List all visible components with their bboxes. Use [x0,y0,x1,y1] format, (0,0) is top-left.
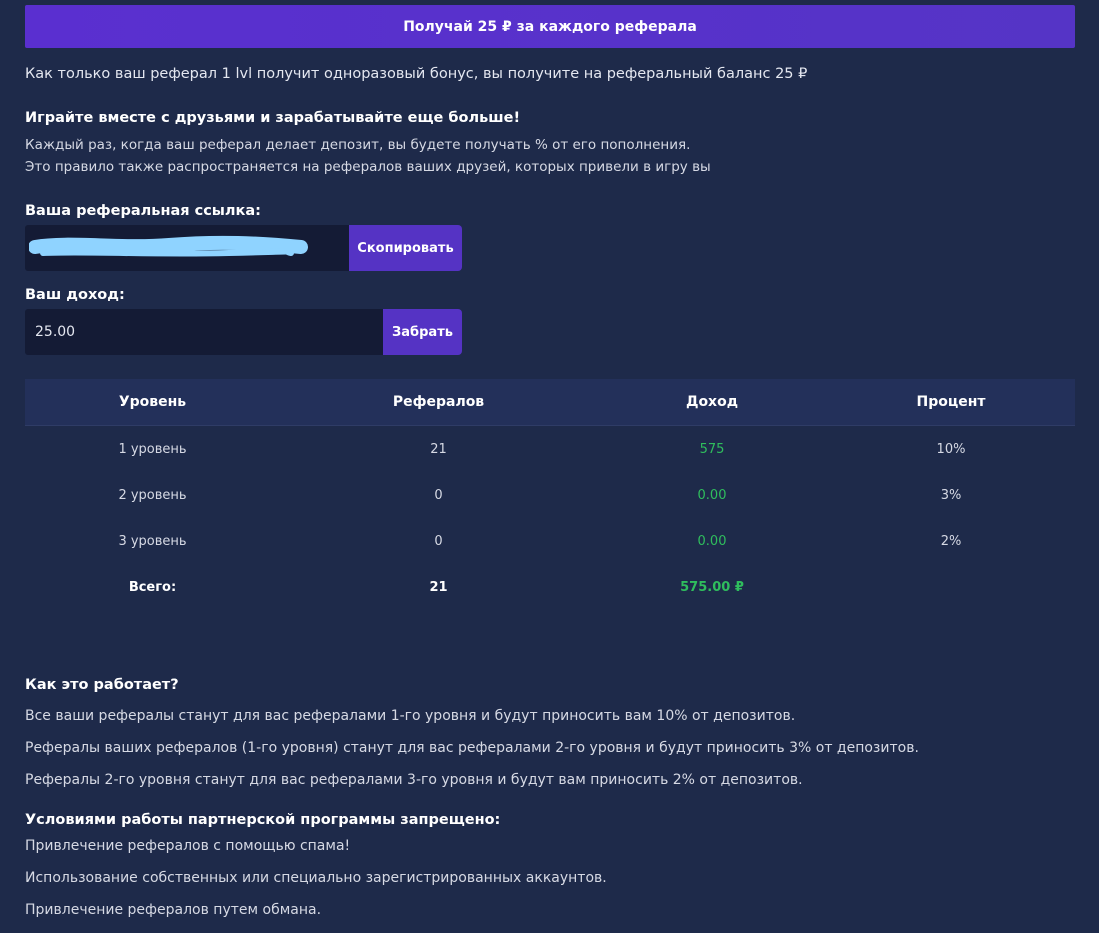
cell-income: 0.00 [697,487,727,503]
forbidden-line: Использование собственных или специально… [25,870,607,886]
play-together-line: Каждый раз, когда ваш реферал делает деп… [25,137,691,153]
how-it-works-line: Все ваши рефералы станут для вас реферал… [25,708,796,724]
table-row: 1 уровень 21 575 10% [25,426,1075,472]
how-it-works-title: Как это работает? [25,677,179,693]
cell-level: 2 уровень [118,487,187,503]
total-label: Всего: [128,579,177,595]
cell-level: 1 уровень [118,441,187,457]
banner-label: Получай 25 ₽ за каждого реферала [403,18,697,35]
play-together-description: Каждый раз, когда ваш реферал делает деп… [25,134,1075,178]
cell-percent: 2% [940,533,962,549]
forbidden-line: Привлечение рефералов с помощью спама! [25,838,351,854]
referral-link-row: Скопировать [25,225,1075,271]
referral-link-field[interactable] [25,225,349,271]
total-referrals: 21 [429,579,448,595]
copy-button-label: Скопировать [357,240,454,256]
redaction-scribble [29,235,308,257]
header-percent: Процент [916,394,986,410]
income-label: Ваш доход: [25,287,125,303]
cell-percent: 3% [940,487,962,503]
cell-level: 3 уровень [118,533,187,549]
how-it-works-line: Рефералы 2-го уровня станут для вас рефе… [25,772,803,788]
copy-button[interactable]: Скопировать [349,225,462,271]
table-row: 2 уровень 0 0.00 3% [25,472,1075,518]
forbidden-line: Привлечение рефералов путем обмана. [25,902,322,918]
cell-percent: 10% [936,441,966,457]
table-row: 3 уровень 0 0.00 2% [25,518,1075,564]
table-total-row: Всего: 21 575.00 ₽ [25,564,1075,610]
forbidden-list: Привлечение рефералов с помощью спама! И… [25,830,1075,926]
table-header: Уровень Рефералов Доход Процент [25,379,1075,426]
cell-income: 575 [699,441,725,457]
play-together-line: Это правило также распространяется на ре… [25,159,711,175]
income-field[interactable]: 25.00 [25,309,383,355]
how-it-works-list: Все ваши рефералы станут для вас реферал… [25,700,1075,796]
cell-referrals: 0 [434,533,443,549]
cell-income: 0.00 [697,533,727,549]
header-level: Уровень [118,394,187,410]
header-referrals: Рефералов [392,394,485,410]
referral-link-label: Ваша реферальная ссылка: [25,203,261,219]
referral-bonus-banner[interactable]: Получай 25 ₽ за каждого реферала [25,5,1075,48]
total-income: 575.00 ₽ [680,579,744,595]
how-it-works-line: Рефералы ваших рефералов (1-го уровня) с… [25,740,919,756]
play-together-title: Играйте вместе с друзьями и зарабатывайт… [25,110,521,126]
income-row: 25.00 Забрать [25,309,1075,355]
referral-levels-table: Уровень Рефералов Доход Процент 1 уровен… [25,379,1075,610]
income-value: 25.00 [35,324,76,340]
claim-button-label: Забрать [392,324,453,340]
cell-referrals: 0 [434,487,443,503]
claim-button[interactable]: Забрать [383,309,462,355]
cell-referrals: 21 [430,441,447,457]
bonus-description: Как только ваш реферал 1 lvl получит одн… [25,66,808,82]
forbidden-title: Условиями работы партнерской программы з… [25,812,501,828]
referral-page: Получай 25 ₽ за каждого реферала Как тол… [25,5,1075,926]
header-income: Доход [685,394,739,410]
